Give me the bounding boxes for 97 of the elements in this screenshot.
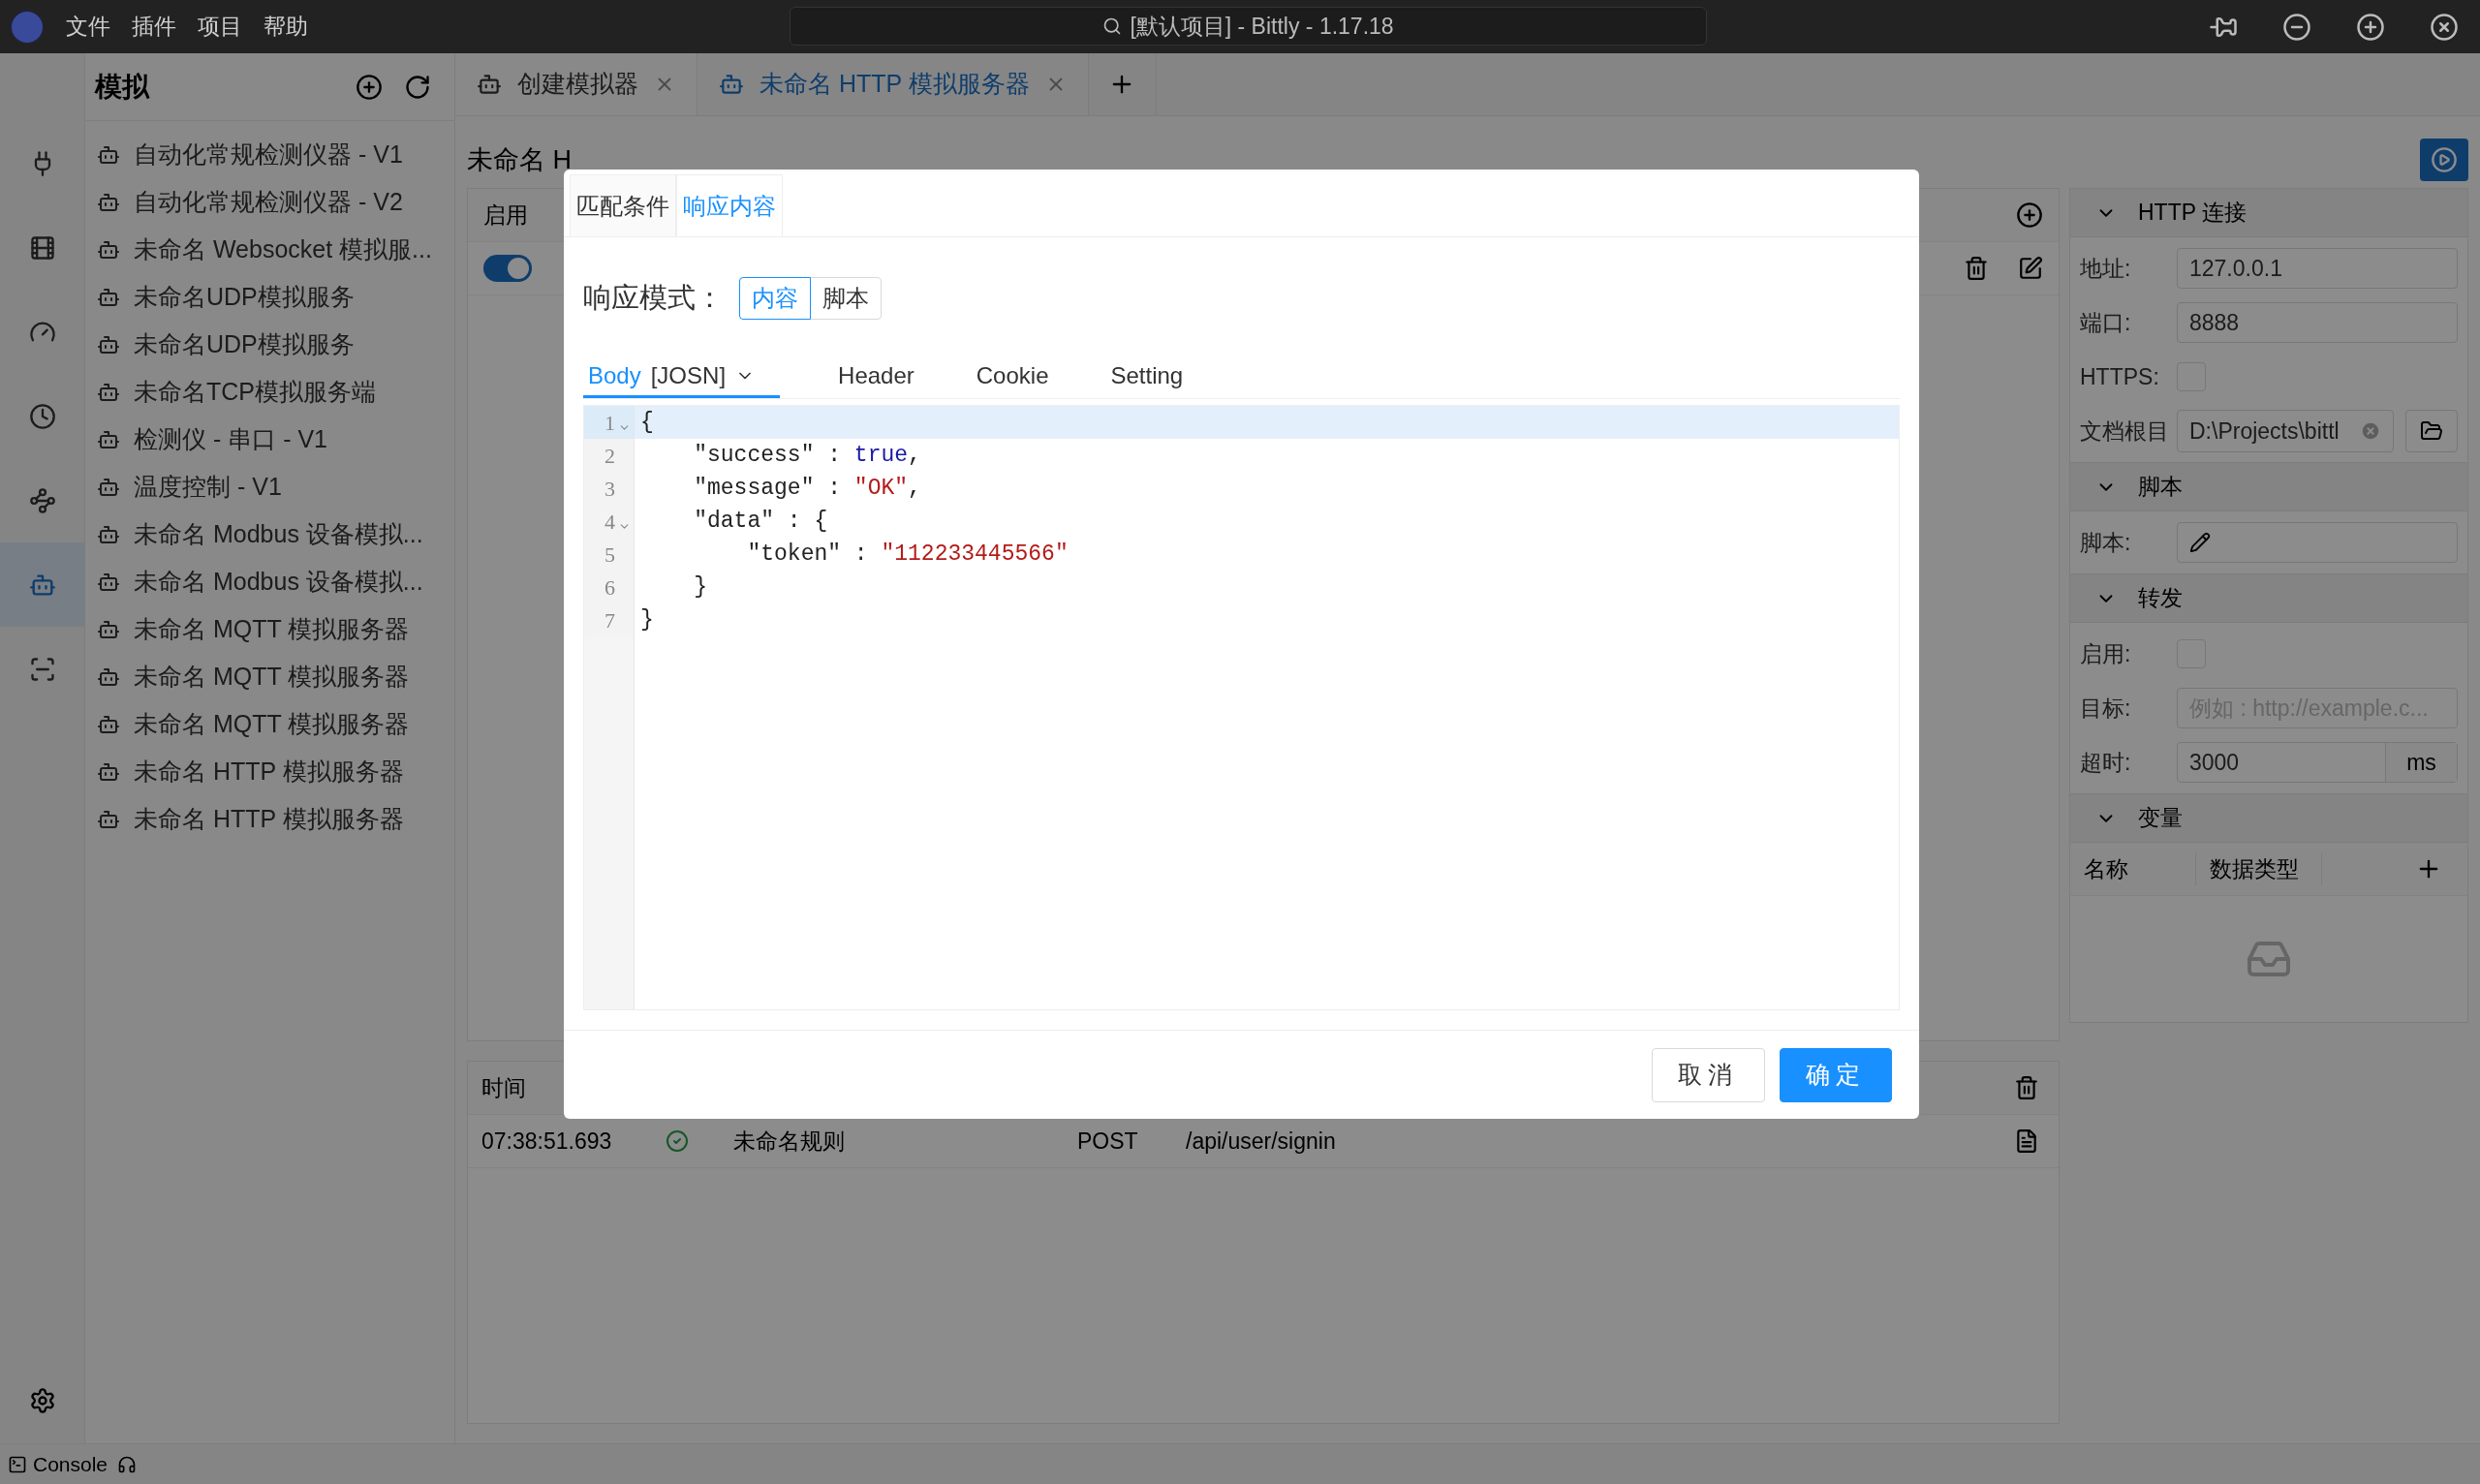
body-tab[interactable]: Body [JOSN] [583,356,781,398]
field-label: 启用: [2080,639,2132,668]
line-number: 1 [604,409,615,437]
dialog-tab[interactable]: 响应内容 [676,174,783,236]
field-label: 文档根目 [2080,417,2170,446]
clear-log-icon[interactable] [2014,1075,2039,1100]
field-label: HTTPS: [2080,362,2160,391]
column-header: 名称 [2070,851,2196,886]
sidebar-item[interactable]: 未命名TCP模拟服务端 [85,368,454,416]
cancel-button[interactable]: 取消 [1652,1047,1765,1102]
field-label: 端口: [2080,308,2132,337]
text-field[interactable]: 8888 [2177,302,2458,343]
refresh-icon[interactable] [404,73,431,101]
play-icon [2431,146,2458,173]
mode-option[interactable]: 脚本 [810,277,882,320]
field-label: 地址: [2080,254,2132,283]
dialog-tab[interactable]: 匹配条件 [570,174,676,236]
line-number: 7 [604,606,615,634]
body-tab[interactable]: Cookie [956,356,1069,398]
body-tab[interactable]: Header [819,356,934,398]
close-icon[interactable] [2430,12,2459,42]
add-icon[interactable] [356,73,383,101]
folder-icon [2420,419,2443,443]
script-field[interactable] [2177,522,2458,563]
field-label: 脚本: [2080,528,2132,557]
clock-icon [28,402,56,430]
sidebar-item[interactable]: 未命名 MQTT 模拟服务器 [85,700,454,748]
edit-icon[interactable] [2018,256,2043,281]
path-value: D:\Projects\bittl [2189,417,2340,446]
search-icon [1102,16,1123,36]
sidebar-item[interactable]: 温度控制 - V1 [85,463,454,510]
delete-icon[interactable] [1964,256,1989,281]
mode-label: 响应模式： [583,281,724,316]
menu-item[interactable]: 帮助 [264,10,308,44]
field-value: 3000 [2188,748,2241,777]
waypoints-icon [28,486,56,514]
edit-icon [2189,532,2211,553]
app-logo-icon [10,9,45,45]
sidebar-item[interactable]: 未命名 MQTT 模拟服务器 [85,653,454,700]
sidebar-item[interactable]: 未命名UDP模拟服务 [85,273,454,321]
folder-button[interactable] [2405,410,2458,452]
field-label: 超时: [2080,748,2132,777]
sidebar-item[interactable]: 自动化常规检测仪器 - V2 [85,178,454,226]
sidebar-item[interactable]: 未命名UDP模拟服务 [85,321,454,368]
timeout-field[interactable]: 3000 ms [2177,742,2458,783]
sidebar-item[interactable]: 未命名 Websocket 模拟服... [85,226,454,273]
minimize-icon[interactable] [2282,12,2311,42]
window-title: [默认项目] - Bittly - 1.17.18 [1130,12,1394,41]
scan-icon [28,655,56,683]
settings-icon[interactable] [28,1387,56,1414]
document-icon[interactable] [2014,1128,2039,1154]
sidebar-title: 模拟 [95,70,151,104]
robot-icon [719,72,744,97]
body-tab[interactable]: Setting [1091,356,1203,398]
column-header: 数据类型 [2196,851,2322,886]
editor-tab[interactable]: 创建模拟器 [455,53,698,115]
line-number: 2 [604,442,615,470]
log-time: 07:38:51.693 [481,1127,613,1156]
section-header[interactable]: 脚本 [2070,463,2467,511]
robot-icon [477,72,502,97]
text-field[interactable]: 127.0.0.1 [2177,248,2458,289]
sidebar-item[interactable]: 未命名 HTTP 模拟服务器 [85,795,454,843]
line-number: 5 [604,541,615,569]
path-field[interactable]: D:\Projects\bittl [2177,410,2394,452]
sidebar-item[interactable]: 检测仪 - 串口 - V1 [85,416,454,463]
mode-option[interactable]: 内容 [739,277,811,320]
sidebar-item[interactable]: 未命名 MQTT 模拟服务器 [85,605,454,653]
column-header: 时间 [481,1073,526,1102]
line-number: 3 [604,475,615,503]
menu-item[interactable]: 插件 [132,10,176,44]
toggle-switch[interactable] [483,255,532,282]
log-method: POST [1077,1127,1139,1156]
line-number: 6 [604,573,615,602]
sidebar-item[interactable]: 未命名 Modbus 设备模拟... [85,558,454,605]
section-header[interactable]: 变量 [2070,794,2467,843]
line-number: 4 [604,508,615,536]
console-button[interactable]: Console [8,1448,108,1480]
run-button[interactable] [2420,139,2468,181]
section-header[interactable]: HTTP 连接 [2070,189,2467,237]
menu-item[interactable]: 项目 [198,10,242,44]
sidebar-item[interactable]: 未命名 Modbus 设备模拟... [85,510,454,558]
search-bar[interactable]: [默认项目] - Bittly - 1.17.18 [790,7,1707,46]
section-header[interactable]: 转发 [2070,574,2467,623]
menu-item[interactable]: 文件 [66,10,110,44]
sidebar-item[interactable]: 未命名 HTTP 模拟服务器 [85,748,454,795]
sidebar-item[interactable]: 自动化常规检测仪器 - V1 [85,131,454,178]
log-path: /api/user/signin [1186,1127,1336,1156]
unit-label: ms [2385,743,2457,782]
maximize-icon[interactable] [2356,12,2385,42]
field-label: 目标: [2080,694,2132,723]
terminal-icon [8,1454,27,1474]
page-title: 未命名 H [467,143,572,176]
log-rule: 未命名规则 [733,1127,846,1156]
column-header: 启用 [483,201,528,230]
confirm-button[interactable]: 确定 [1779,1047,1892,1102]
headphones-icon[interactable] [117,1454,138,1474]
film-icon [28,233,56,262]
